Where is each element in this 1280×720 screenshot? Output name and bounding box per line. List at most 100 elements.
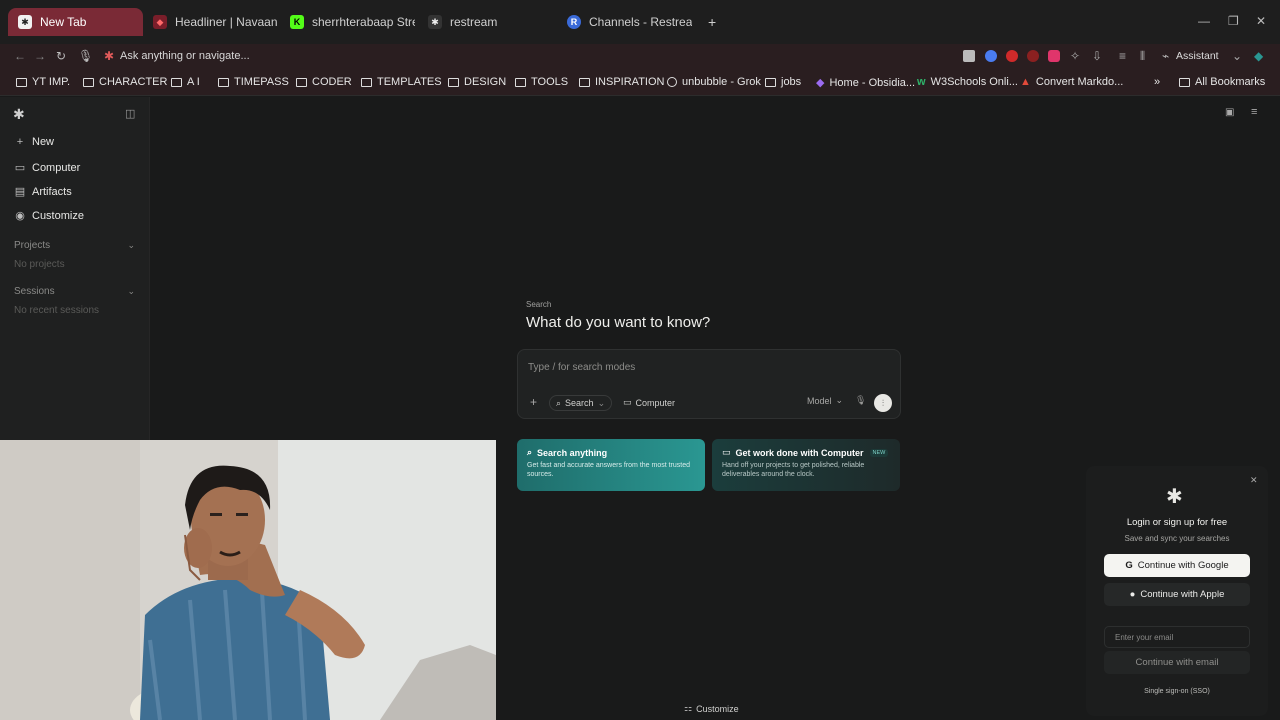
attach-plus-icon[interactable]: + <box>530 395 537 409</box>
omnibox-perplexity-icon: ✱ <box>104 49 115 63</box>
email-field[interactable] <box>1104 626 1250 648</box>
pocket-extension-icon[interactable] <box>1048 50 1060 62</box>
all-bookmarks[interactable]: All Bookmarks <box>1179 76 1265 88</box>
chrome-extension-icon[interactable] <box>985 50 997 62</box>
maximize-icon[interactable]: ❐ <box>1228 14 1239 28</box>
computer-icon: ▭ <box>722 447 731 457</box>
sidebar-item-new[interactable]: + New <box>14 136 54 148</box>
computer-icon: ▭ <box>14 162 26 174</box>
folder-icon <box>1179 77 1190 87</box>
sessions-empty-text: No recent sessions <box>14 305 100 316</box>
tab-headliner[interactable]: ◆ Headliner | Navaan Sandh <box>143 8 278 36</box>
sidebar-item-label: New <box>32 136 55 148</box>
bookmark-templates[interactable]: TEMPLATES <box>361 76 442 88</box>
chevron-down-icon[interactable]: ⌄ <box>127 286 135 297</box>
card-title: Search anything <box>537 447 608 458</box>
tab-title: New Tab <box>40 15 87 29</box>
chevron-down-icon[interactable]: ⌄ <box>1232 49 1242 63</box>
microphone-icon[interactable]: 🎙 <box>78 49 93 63</box>
folder-icon <box>579 77 590 87</box>
bookmark-yt-imp[interactable]: YT IMP. <box>16 76 70 88</box>
search-anything-card[interactable]: ⌕ Search anything Get fast and accurate … <box>517 439 705 491</box>
omnibox-input[interactable]: Ask anything or navigate... <box>120 50 250 62</box>
folder-icon <box>515 77 526 87</box>
bookmark-label: TEMPLATES <box>377 76 442 88</box>
projects-heading[interactable]: Projects <box>14 240 50 251</box>
w3schools-icon: w <box>917 76 926 88</box>
sidebar-item-artifacts[interactable]: ▤ Artifacts <box>14 185 72 199</box>
customize-icon: ⚏ <box>684 703 693 713</box>
search-input[interactable] <box>528 358 888 376</box>
assistant-button[interactable]: Assistant <box>1176 50 1219 62</box>
new-badge: NEW <box>869 448 889 457</box>
download-icon[interactable]: ⇩ <box>1092 49 1102 63</box>
menu-icon[interactable]: ≡ <box>1251 106 1257 118</box>
bookmarks-bar: YT IMP. CHARACTER A I TIMEPASS CODER TEM… <box>0 70 1280 96</box>
audio-icon[interactable]: ⫴ <box>1140 49 1145 64</box>
bookmark-label: YT IMP. <box>32 76 71 88</box>
tab-kick-stream[interactable]: K sherrhterabaap Stream - <box>280 8 415 36</box>
computer-mode-button[interactable]: ▭ Computer <box>619 395 679 410</box>
bookmark-coder[interactable]: CODER <box>296 76 352 88</box>
kick-icon: K <box>290 15 304 29</box>
model-dropdown[interactable]: Model ⌄ <box>807 395 843 406</box>
apple-button-label: Continue with Apple <box>1140 589 1225 600</box>
bookmark-label: DESIGN <box>464 76 507 88</box>
bookmark-inspiration[interactable]: INSPIRATION <box>579 76 664 88</box>
close-window-icon[interactable]: ✕ <box>1256 14 1266 28</box>
address-bar: ← → ↻ 🎙 ✱ Ask anything or navigate... ✧ … <box>0 44 1280 70</box>
perplexity-logo-icon[interactable]: ✱ <box>13 106 25 123</box>
list-icon[interactable]: ≡ <box>1119 49 1126 63</box>
stop-extension-icon[interactable] <box>1027 50 1039 62</box>
bookmark-jobs[interactable]: jobs <box>765 76 801 88</box>
bookmark-grok[interactable]: unbubble - Grok <box>667 76 761 88</box>
tab-channels-restream[interactable]: R Channels - Restream <box>557 8 692 36</box>
sidebar-item-label: Customize <box>32 209 84 222</box>
page-title: What do you want to know? <box>526 314 711 331</box>
plus-icon: + <box>16 136 24 148</box>
minimize-icon[interactable]: — <box>1198 14 1210 28</box>
tab-new-tab[interactable]: ✱ New Tab <box>8 8 143 36</box>
record-extension-icon[interactable] <box>1006 50 1018 62</box>
puzzle-icon[interactable]: ✧ <box>1070 49 1080 63</box>
projects-empty-text: No projects <box>14 259 65 270</box>
profile-icon[interactable]: ◆ <box>1254 49 1263 63</box>
bookmark-convert-markdown[interactable]: ▲ Convert Markdo... <box>1020 76 1123 88</box>
customize-button[interactable]: ⚏ Customize <box>684 703 739 714</box>
sso-link[interactable]: Single sign-on (SSO) <box>1086 688 1268 695</box>
sessions-heading[interactable]: Sessions <box>14 286 55 297</box>
bookmark-obsidian[interactable]: ◆ Home - Obsidia... <box>816 76 915 90</box>
search-mode-dropdown[interactable]: ⌕ Search ⌄ <box>549 395 613 411</box>
bookmark-design[interactable]: DESIGN <box>448 76 506 88</box>
collapse-sidebar-icon[interactable]: ◫ <box>125 107 135 120</box>
computer-card[interactable]: ▭ Get work done with Computer NEW Hand o… <box>712 439 900 491</box>
login-title: Login or sign up for free <box>1126 517 1228 528</box>
computer-icon: ▭ <box>623 397 632 407</box>
sidebar-item-customize[interactable]: ◉ Customize <box>14 209 84 223</box>
continue-with-apple-button[interactable]: ● Continue with Apple <box>1104 583 1250 606</box>
chevron-down-icon[interactable]: ⌄ <box>127 240 135 251</box>
camera-extension-icon[interactable] <box>963 50 975 62</box>
bookmark-label: TOOLS <box>531 76 569 88</box>
continue-with-google-button[interactable]: G Continue with Google <box>1104 554 1250 577</box>
tab-title: Headliner | Navaan Sandh <box>175 15 278 29</box>
voice-mode-button[interactable]: ⫶ <box>874 394 892 412</box>
tab-restream[interactable]: ✱ restream <box>418 8 553 36</box>
back-icon[interactable]: ← <box>14 49 26 63</box>
perplexity-icon: ✱ <box>428 15 442 29</box>
bookmark-tools[interactable]: TOOLS <box>515 76 568 88</box>
new-tab-button[interactable]: + <box>698 8 726 36</box>
bookmark-w3schools[interactable]: w W3Schools Onli... <box>917 76 1018 88</box>
more-bookmarks-button[interactable]: » <box>1154 76 1160 88</box>
microphone-icon[interactable]: 🎙 <box>855 395 866 406</box>
tab-title: Channels - Restream <box>589 15 692 29</box>
bookmark-ai[interactable]: A I <box>171 76 200 88</box>
sidebar-item-computer[interactable]: ▭ Computer <box>14 161 81 175</box>
forward-icon[interactable]: → <box>34 49 46 63</box>
reload-icon[interactable]: ↻ <box>56 49 66 63</box>
archive-icon[interactable]: ▣ <box>1225 107 1234 118</box>
close-icon[interactable]: ✕ <box>1250 475 1258 486</box>
bookmark-timepass[interactable]: TIMEPASS <box>218 76 289 88</box>
continue-with-email-button[interactable]: Continue with email <box>1104 651 1250 674</box>
bookmark-character[interactable]: CHARACTER <box>83 76 167 88</box>
